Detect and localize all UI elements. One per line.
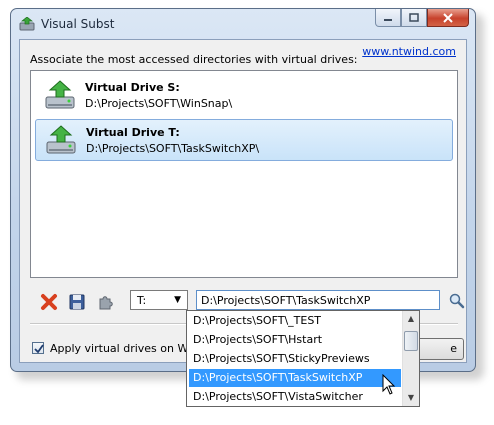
drive-item-t[interactable]: Virtual Drive T: D:\Projects\SOFT\TaskSw… — [35, 119, 453, 161]
scroll-up-icon[interactable]: ▲ — [403, 311, 419, 327]
scroll-down-icon[interactable]: ▼ — [403, 390, 419, 406]
dropdown-item[interactable]: D:\Projects\SOFT\VistaSwitcher — [189, 388, 401, 406]
puzzle-icon[interactable] — [96, 293, 114, 311]
apply-on-startup-checkbox[interactable] — [32, 342, 44, 354]
close-icon — [443, 12, 453, 23]
dropdown-item[interactable]: D:\Projects\SOFT\Hstart — [189, 331, 401, 349]
virtual-drive-icon — [45, 80, 75, 109]
drive-path: D:\Projects\SOFT\TaskSwitchXP\ — [86, 142, 260, 155]
dropdown-item[interactable]: D:\Projects\SOFT\_TEST — [189, 312, 401, 330]
drive-item-s[interactable]: Virtual Drive S: D:\Projects\SOFT\WinSna… — [35, 75, 453, 117]
delete-icon[interactable] — [40, 293, 58, 311]
save-icon[interactable] — [68, 293, 86, 311]
path-input[interactable]: D:\Projects\SOFT\TaskSwitchXP — [196, 290, 440, 310]
app-icon — [19, 17, 35, 31]
window-title: Visual Subst — [41, 17, 115, 31]
virtual-drive-icon — [46, 125, 76, 154]
drive-list[interactable]: Virtual Drive S: D:\Projects\SOFT\WinSna… — [30, 70, 458, 278]
browse-folder-icon[interactable] — [448, 292, 466, 310]
drive-name: Virtual Drive S: — [85, 81, 180, 94]
maximize-button[interactable] — [401, 9, 427, 27]
window-controls — [375, 9, 469, 27]
scrollbar-thumb[interactable] — [404, 331, 418, 351]
maximize-icon — [409, 13, 419, 22]
minimize-button[interactable] — [375, 9, 401, 27]
check-icon — [34, 344, 44, 354]
dropdown-scrollbar[interactable]: ▲ ▼ — [402, 311, 419, 406]
close-button[interactable] — [427, 9, 469, 27]
website-link[interactable]: www.ntwind.com — [362, 45, 456, 58]
instruction-text: Associate the most accessed directories … — [30, 53, 358, 66]
drive-letter-select[interactable]: T: ▼ — [130, 290, 188, 310]
dropdown-item[interactable]: D:\Projects\SOFT\StickyPreviews — [189, 350, 401, 368]
dropdown-item-highlighted[interactable]: D:\Projects\SOFT\TaskSwitchXP — [189, 369, 401, 387]
title-bar[interactable]: Visual Subst — [11, 9, 475, 39]
drive-path: D:\Projects\SOFT\WinSnap\ — [85, 97, 233, 110]
minimize-icon — [384, 18, 392, 21]
chevron-down-icon: ▼ — [174, 295, 181, 305]
mouse-pointer-icon — [382, 374, 396, 395]
drive-name: Virtual Drive T: — [86, 126, 180, 139]
drive-letter-value: T: — [137, 294, 147, 307]
